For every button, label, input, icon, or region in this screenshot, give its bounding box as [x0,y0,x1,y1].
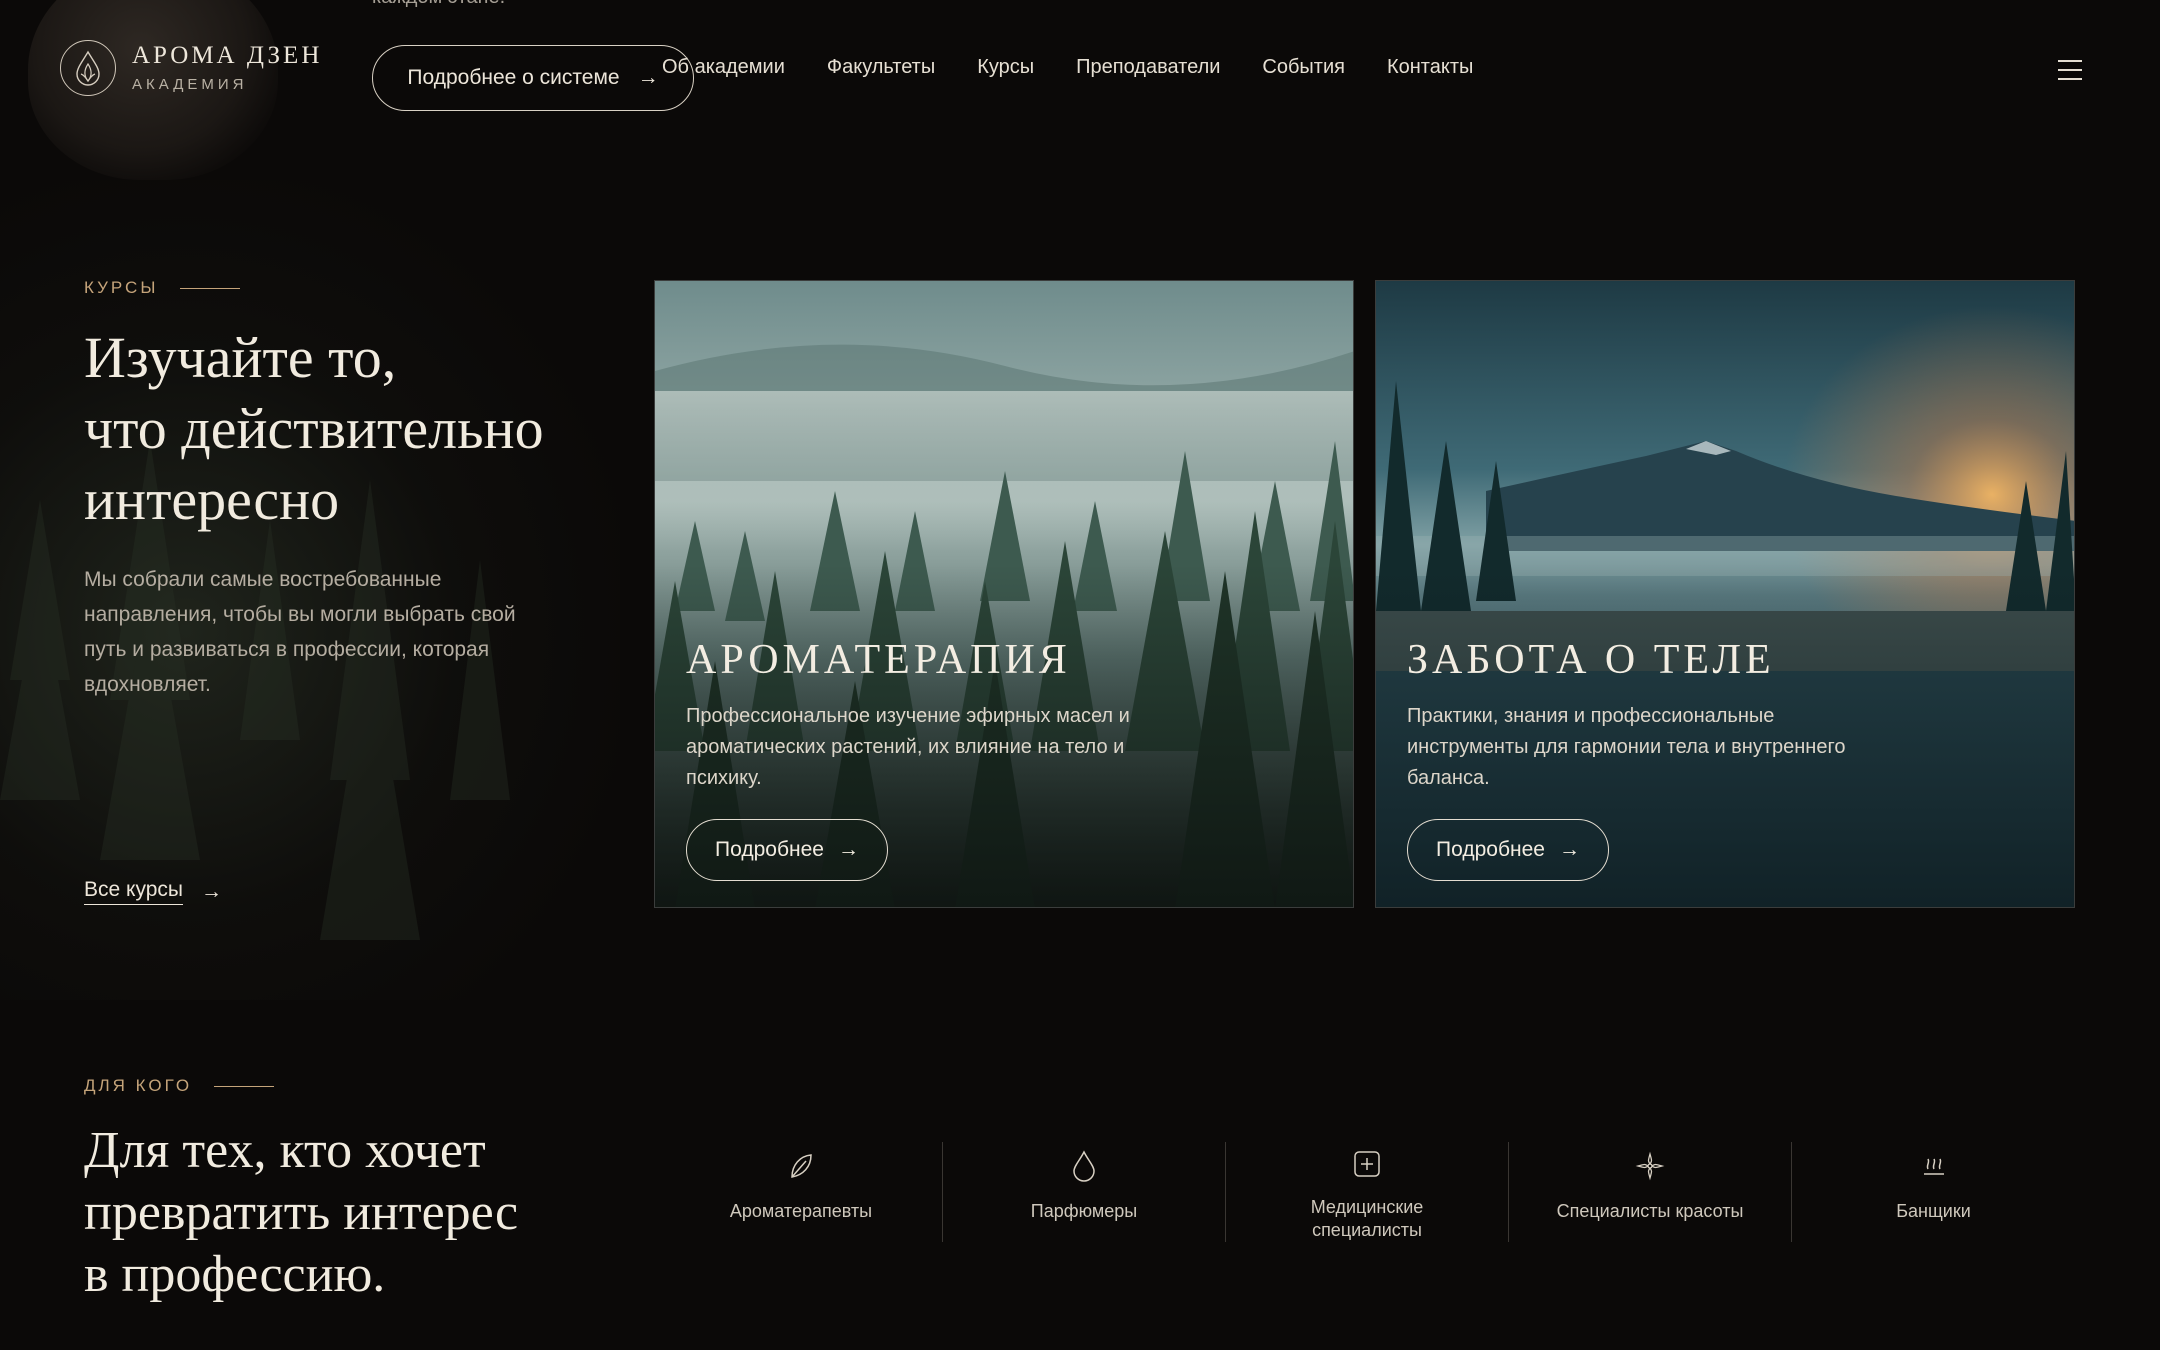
audience-item-perfumers: Парфюмеры [943,1142,1226,1242]
sparkle-flower-icon [1635,1146,1665,1186]
audience-item-beauty: Специалисты красоты [1509,1142,1792,1242]
audience-item-label: Специалисты красоты [1556,1201,1744,1221]
all-courses-label: Все курсы [84,878,183,905]
cut-off-text: каждом этапе. [372,0,505,9]
main-nav: Об академии Факультеты Курсы Преподавате… [662,56,1473,79]
lotus-drop-icon [60,40,116,96]
course-card-aromatherapy[interactable]: АРОМАТЕРАПИЯ Профессиональное изучение э… [654,280,1354,908]
mountain-lake-image [1376,281,2074,907]
arrow-right-icon: → [1558,838,1580,861]
audience-heading-line: Для тех, кто хочет [84,1122,486,1179]
steam-icon [1921,1146,1947,1186]
nav-item-events[interactable]: События [1262,56,1345,79]
audience-item-label: Медицинские специалисты [1310,1197,1424,1240]
audience-item-label: Парфюмеры [1030,1201,1138,1221]
course-card-title: ЗАБОТА О ТЕЛЕ [1407,637,1775,683]
audience-item-aromatherapists: Ароматерапевты [660,1142,943,1242]
audience-item-label: Банщики [1896,1201,1971,1221]
courses-heading-line: интересно [84,467,340,532]
logo-subtitle: АКАДЕМИЯ [132,76,248,93]
audience-item-label: Ароматерапевты [729,1201,873,1221]
all-courses-link[interactable]: Все курсы → [84,878,222,905]
arrow-right-icon: → [837,838,859,861]
system-details-label: Подробнее о системе [407,66,620,89]
course-card-body-care[interactable]: ЗАБОТА О ТЕЛЕ Практики, знания и професс… [1375,280,2075,908]
courses-eyebrow: КУРСЫ [84,278,241,298]
audience-item-bath-attendants: Банщики [1792,1142,2075,1242]
course-card-description: Профессиональное изучение эфирных масел … [686,705,1130,789]
leaf-icon [786,1146,816,1186]
audience-heading-line: превратить интерес [84,1184,519,1241]
audience-list: Ароматерапевты Парфюмеры Медицинские спе… [660,1142,2075,1242]
hamburger-icon[interactable] [2058,60,2082,87]
course-details-label: Подробнее [715,838,824,861]
drop-icon [1071,1146,1097,1186]
medical-cross-icon [1353,1146,1381,1182]
audience-eyebrow: ДЛЯ КОГО [84,1076,275,1096]
arrow-right-icon: → [637,66,659,89]
courses-heading: Изучайте то, что действительно интересно [84,322,644,535]
audience-eyebrow-label: ДЛЯ КОГО [84,1076,193,1095]
system-details-button[interactable]: Подробнее о системе → [372,45,694,111]
course-details-button[interactable]: Подробнее → [1407,819,1609,881]
course-details-label: Подробнее [1436,838,1545,861]
nav-item-faculties[interactable]: Факультеты [827,56,935,79]
course-details-button[interactable]: Подробнее → [686,819,888,881]
logo[interactable]: АРОМА ДЗЕН АКАДЕМИЯ [60,40,322,96]
courses-heading-line: что действительно [84,396,544,461]
audience-heading: Для тех, кто хочет превратить интерес в … [84,1120,644,1306]
logo-title: АРОМА ДЗЕН [132,42,323,69]
nav-item-about[interactable]: Об академии [662,56,785,79]
nav-item-courses[interactable]: Курсы [977,56,1034,79]
nav-item-contacts[interactable]: Контакты [1387,56,1473,79]
foggy-forest-image [655,281,1353,907]
courses-heading-line: Изучайте то, [84,325,397,390]
courses-eyebrow-label: КУРСЫ [84,278,159,297]
course-card-title: АРОМАТЕРАПИЯ [686,637,1071,683]
eyebrow-line [180,287,241,289]
course-card-description: Практики, знания и профессиональные инст… [1407,705,1846,789]
courses-description: Мы собрали самые востребованные направле… [84,568,516,696]
audience-heading-line: в профессию. [84,1246,386,1303]
nav-item-teachers[interactable]: Преподаватели [1076,56,1220,79]
audience-item-medical: Медицинские специалисты [1226,1142,1509,1242]
eyebrow-line [214,1085,275,1087]
arrow-right-icon: → [200,879,222,903]
